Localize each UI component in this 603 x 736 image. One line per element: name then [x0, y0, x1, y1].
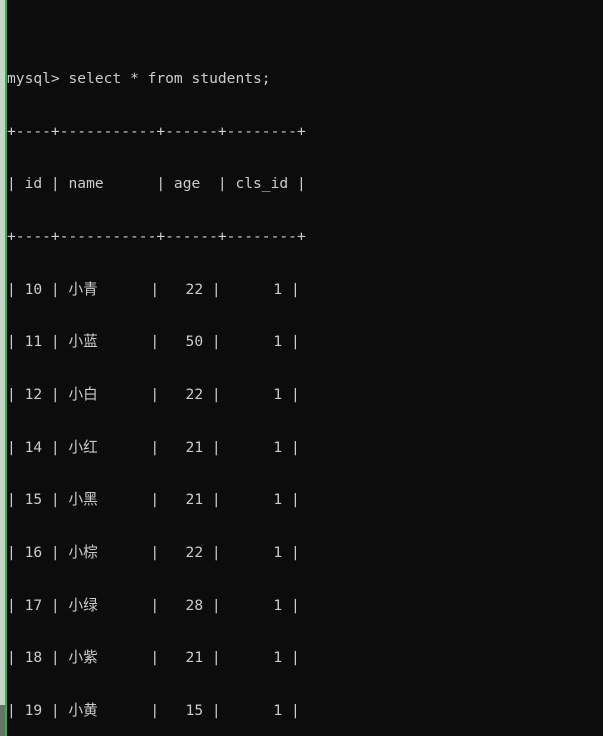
- table-row: | 17 | 小绿 | 28 | 1 |: [7, 596, 300, 614]
- table-row: | 11 | 小蓝 | 50 | 1 |: [7, 333, 300, 351]
- console-output-area[interactable]: mysql> select * from students; +----+---…: [7, 0, 603, 736]
- table-header: | id | name | age | cls_id |: [7, 175, 306, 193]
- command-line: mysql> select * from students;: [7, 70, 271, 88]
- table-separator: +----+-----------+------+--------+: [7, 228, 306, 246]
- vertical-scrollbar[interactable]: [0, 0, 5, 736]
- table-row: | 18 | 小紫 | 21 | 1 |: [7, 649, 300, 667]
- table-row: | 14 | 小红 | 21 | 1 |: [7, 438, 300, 456]
- terminal-left-accent-line: [5, 0, 7, 736]
- scrollbar-thumb[interactable]: [0, 705, 5, 736]
- table-row: | 10 | 小青 | 22 | 1 |: [7, 280, 300, 298]
- table-row: | 16 | 小棕 | 22 | 1 |: [7, 543, 300, 561]
- table-row: | 19 | 小黄 | 15 | 1 |: [7, 701, 300, 719]
- terminal-window: mysql> select * from students; +----+---…: [0, 0, 603, 736]
- table-row: | 15 | 小黑 | 21 | 1 |: [7, 491, 300, 509]
- table-row: | 12 | 小白 | 22 | 1 |: [7, 386, 300, 404]
- table-separator: +----+-----------+------+--------+: [7, 122, 306, 140]
